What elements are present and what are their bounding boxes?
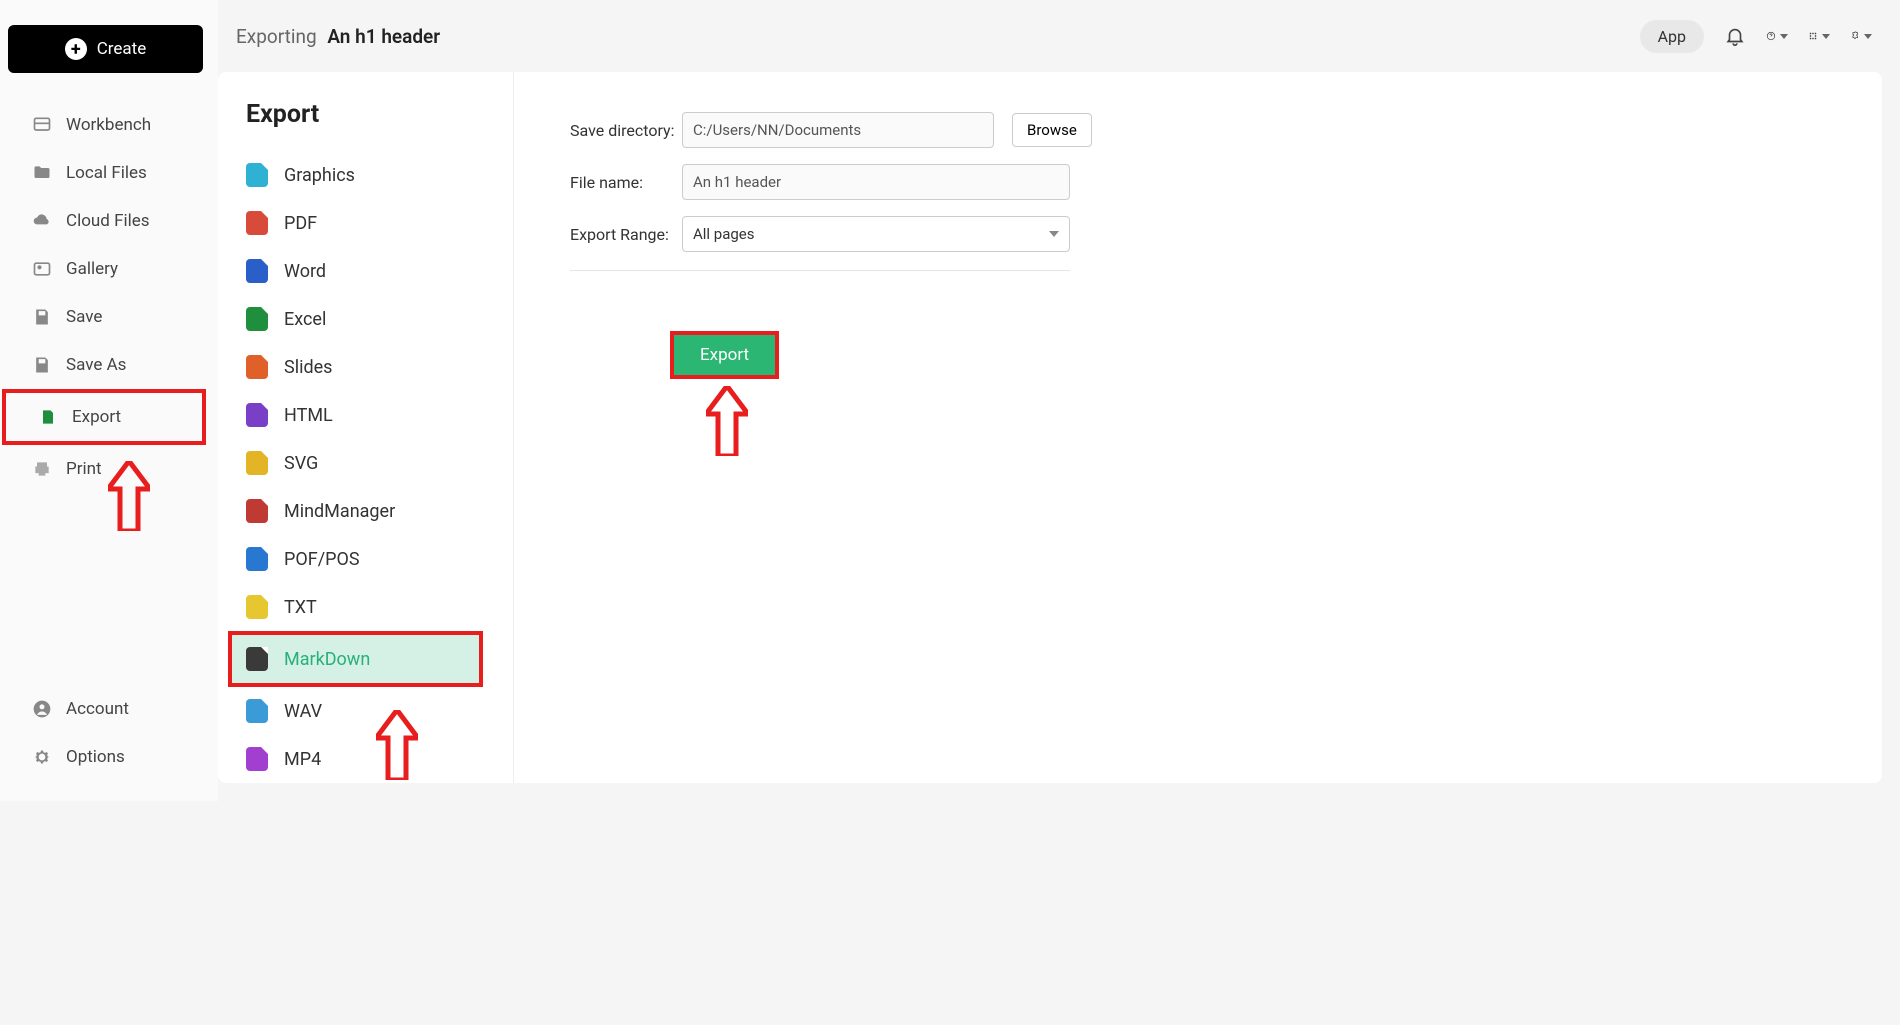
divider: [570, 270, 1070, 271]
topbar: Exporting An h1 header App: [218, 0, 1900, 72]
markdown-icon: [246, 647, 268, 671]
sidebar-item-cloud-files[interactable]: Cloud Files: [0, 197, 218, 245]
format-panel: Export Graphics PDF Word Excel Slides HT…: [218, 72, 514, 783]
plus-icon: +: [65, 38, 87, 60]
sidebar-item-gallery[interactable]: Gallery: [0, 245, 218, 293]
bell-icon[interactable]: [1724, 25, 1746, 47]
sidebar-item-local-files[interactable]: Local Files: [0, 149, 218, 197]
format-label: MarkDown: [284, 649, 370, 670]
breadcrumb: Exporting An h1 header: [236, 25, 440, 48]
slides-icon: [246, 355, 268, 379]
format-item-txt[interactable]: TXT: [246, 583, 513, 631]
format-label: Graphics: [284, 165, 355, 186]
sidebar-item-export[interactable]: Export: [2, 389, 206, 445]
format-label: Word: [284, 261, 326, 282]
sidebar-item-save[interactable]: Save: [0, 293, 218, 341]
format-label: TXT: [284, 597, 317, 618]
create-label: Create: [97, 39, 147, 59]
format-label: POF/POS: [284, 549, 360, 570]
create-button[interactable]: + Create: [8, 25, 203, 73]
format-label: HTML: [284, 405, 333, 426]
format-item-pdf[interactable]: PDF: [246, 199, 513, 247]
format-item-markdown[interactable]: MarkDown: [228, 631, 483, 687]
cloud-icon: [32, 211, 52, 231]
sidebar-item-workbench[interactable]: Workbench: [0, 101, 218, 149]
export-button[interactable]: Export: [674, 335, 775, 375]
page-title: An h1 header: [327, 25, 440, 48]
sidebar: + Create Workbench Local Files Cloud Fil…: [0, 0, 218, 801]
annotation-arrow-icon: [108, 461, 150, 531]
sidebar-item-label: Print: [66, 459, 102, 479]
annotation-arrow-icon: [706, 386, 748, 456]
range-value: All pages: [693, 225, 755, 243]
file-name-input[interactable]: [682, 164, 1070, 200]
mindmanager-icon: [246, 499, 268, 523]
save-icon: [32, 307, 52, 327]
format-label: MindManager: [284, 501, 395, 522]
apps-icon[interactable]: [1808, 25, 1830, 47]
workbench-icon: [32, 115, 52, 135]
export-icon: [38, 407, 58, 427]
svg-icon: [246, 451, 268, 475]
folder-icon: [32, 163, 52, 183]
word-icon: [246, 259, 268, 283]
sidebar-item-save-as[interactable]: Save As: [0, 341, 218, 389]
pofpos-icon: [246, 547, 268, 571]
format-item-excel[interactable]: Excel: [246, 295, 513, 343]
range-label: Export Range:: [570, 225, 682, 244]
sidebar-item-label: Account: [66, 699, 129, 719]
excel-icon: [246, 307, 268, 331]
format-item-html[interactable]: HTML: [246, 391, 513, 439]
save-dir-input[interactable]: [682, 112, 994, 148]
breadcrumb-section: Exporting: [236, 25, 317, 48]
txt-icon: [246, 595, 268, 619]
help-icon[interactable]: [1766, 25, 1788, 47]
gallery-icon: [32, 259, 52, 279]
sidebar-item-label: Save: [66, 307, 102, 327]
format-label: Excel: [284, 309, 326, 330]
puzzle-icon[interactable]: [1850, 25, 1872, 47]
account-icon: [32, 699, 52, 719]
sidebar-item-label: Options: [66, 747, 125, 767]
pdf-icon: [246, 211, 268, 235]
sidebar-item-label: Gallery: [66, 259, 118, 279]
file-name-label: File name:: [570, 173, 682, 192]
graphics-icon: [246, 163, 268, 187]
html-icon: [246, 403, 268, 427]
sidebar-item-account[interactable]: Account: [0, 685, 218, 733]
sidebar-item-label: Export: [72, 407, 121, 427]
format-label: Slides: [284, 357, 332, 378]
range-select[interactable]: All pages: [682, 216, 1070, 252]
export-btn-highlight: Export: [670, 331, 779, 379]
browse-button[interactable]: Browse: [1012, 113, 1092, 147]
format-label: MP4: [284, 749, 321, 770]
format-item-word[interactable]: Word: [246, 247, 513, 295]
export-heading: Export: [246, 100, 513, 129]
format-label: SVG: [284, 453, 318, 474]
save-dir-label: Save directory:: [570, 121, 682, 140]
format-label: WAV: [284, 701, 322, 722]
format-item-graphics[interactable]: Graphics: [246, 151, 513, 199]
save-as-icon: [32, 355, 52, 375]
app-chip[interactable]: App: [1640, 20, 1704, 53]
gear-icon: [32, 747, 52, 767]
print-icon: [32, 459, 52, 479]
format-item-pofpos[interactable]: POF/POS: [246, 535, 513, 583]
sidebar-item-label: Cloud Files: [66, 211, 150, 231]
annotation-arrow-icon: [376, 710, 418, 780]
format-item-svg[interactable]: SVG: [246, 439, 513, 487]
format-label: PDF: [284, 213, 317, 234]
sidebar-item-label: Save As: [66, 355, 126, 375]
sidebar-item-options[interactable]: Options: [0, 733, 218, 781]
mp4-icon: [246, 747, 268, 771]
sidebar-item-label: Local Files: [66, 163, 147, 183]
sidebar-item-label: Workbench: [66, 115, 151, 135]
wav-icon: [246, 699, 268, 723]
format-item-slides[interactable]: Slides: [246, 343, 513, 391]
format-item-mindmanager[interactable]: MindManager: [246, 487, 513, 535]
